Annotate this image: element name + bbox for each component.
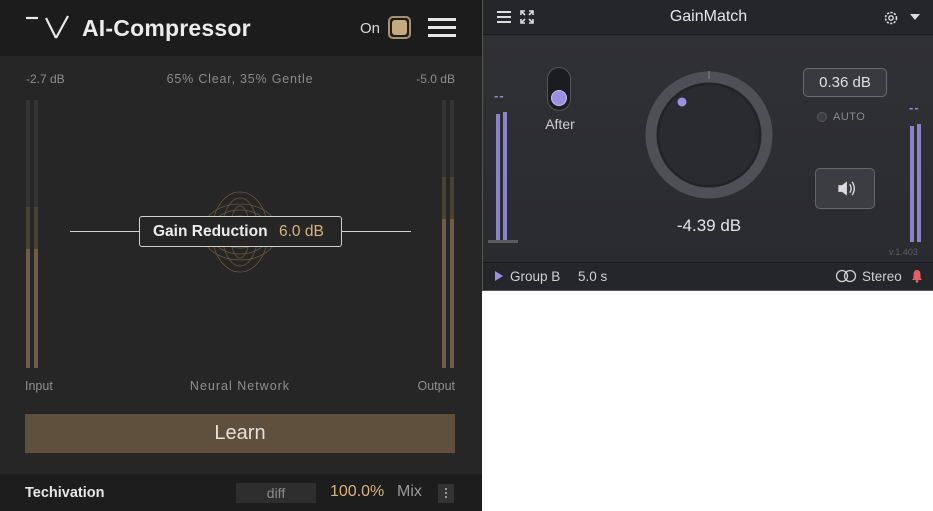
neural-network-label: Neural Network — [189, 379, 291, 393]
mode-text[interactable]: 65% Clear, 35% Gentle — [0, 72, 480, 86]
input-meter-right — [34, 100, 38, 368]
gm-title: GainMatch — [669, 8, 748, 25]
techivation-logo-icon — [26, 15, 69, 39]
speaker-icon — [838, 181, 855, 196]
output-meter-right — [450, 100, 454, 368]
before-after-toggle[interactable] — [547, 67, 571, 111]
gain-reduction-line-left — [70, 231, 140, 232]
left-meter-bar-l — [496, 114, 500, 242]
right-meter-bar-l — [910, 126, 914, 242]
output-db-readout: -5.0 dB — [416, 72, 455, 86]
menu-icon[interactable] — [428, 18, 456, 38]
learn-button[interactable]: Learn — [25, 414, 455, 453]
output-label: Output — [417, 379, 455, 393]
gain-reduction-value: 6.0 dB — [279, 223, 324, 240]
gain-reduction-label: Gain Reduction — [153, 223, 268, 240]
left-meter-readout: -- — [494, 88, 505, 103]
more-options-icon[interactable] — [438, 484, 454, 503]
power-toggle-fill — [392, 20, 407, 35]
group-selector[interactable]: Group B — [510, 269, 560, 284]
stereo-rings-icon — [835, 269, 857, 283]
gainmatch-plugin: GainMatch -- After -4.39 dB 0.36 dB AUTO — [482, 0, 933, 291]
version-label: v.1.403 — [889, 247, 918, 257]
toggle-knob — [551, 90, 567, 106]
plugin-title: AI-Compressor — [82, 15, 251, 41]
stereo-mode[interactable]: Stereo — [862, 269, 902, 284]
gain-reduction-line-right — [341, 231, 411, 232]
brand-name: Techivation — [25, 485, 105, 501]
after-label: After — [545, 116, 575, 132]
input-meter-left — [26, 100, 30, 368]
auto-indicator[interactable] — [817, 112, 827, 122]
mix-value[interactable]: 100.0% — [330, 483, 384, 501]
right-meter-readout: -- — [909, 100, 920, 115]
output-meter-left — [442, 100, 446, 368]
gm-main-panel: -- After -4.39 dB 0.36 dB AUTO -- v.1.40… — [483, 36, 933, 262]
gain-reduction-display[interactable]: Gain Reduction 6.0 dB — [139, 216, 342, 247]
left-meter-base — [488, 240, 518, 243]
power-toggle[interactable] — [388, 16, 411, 39]
dropdown-caret-icon[interactable] — [910, 14, 920, 20]
right-meter-bar-r — [917, 124, 921, 242]
listen-button[interactable] — [815, 168, 875, 209]
mix-label: Mix — [397, 483, 422, 500]
auto-label: AUTO — [833, 111, 866, 123]
play-icon[interactable] — [495, 271, 503, 281]
bell-icon[interactable] — [911, 269, 923, 283]
gm-header: GainMatch — [483, 0, 933, 35]
gm-status-bar: Group B 5.0 s Stereo — [483, 262, 933, 290]
power-label: On — [360, 20, 381, 37]
aic-footer: Techivation diff 100.0% Mix — [0, 474, 482, 511]
left-meter-bar-r — [503, 112, 507, 242]
offset-value-box[interactable]: 0.36 dB — [803, 68, 887, 97]
ai-compressor-plugin: AI-Compressor On -2.7 dB 65% Clear, 35% … — [0, 0, 482, 511]
time-window[interactable]: 5.0 s — [578, 269, 607, 284]
gear-icon[interactable] — [882, 9, 900, 27]
diff-button[interactable]: diff — [236, 483, 316, 503]
gain-knob[interactable] — [639, 65, 779, 205]
gain-knob-value: -4.39 dB — [676, 216, 742, 235]
aic-header: AI-Compressor On — [0, 0, 482, 56]
